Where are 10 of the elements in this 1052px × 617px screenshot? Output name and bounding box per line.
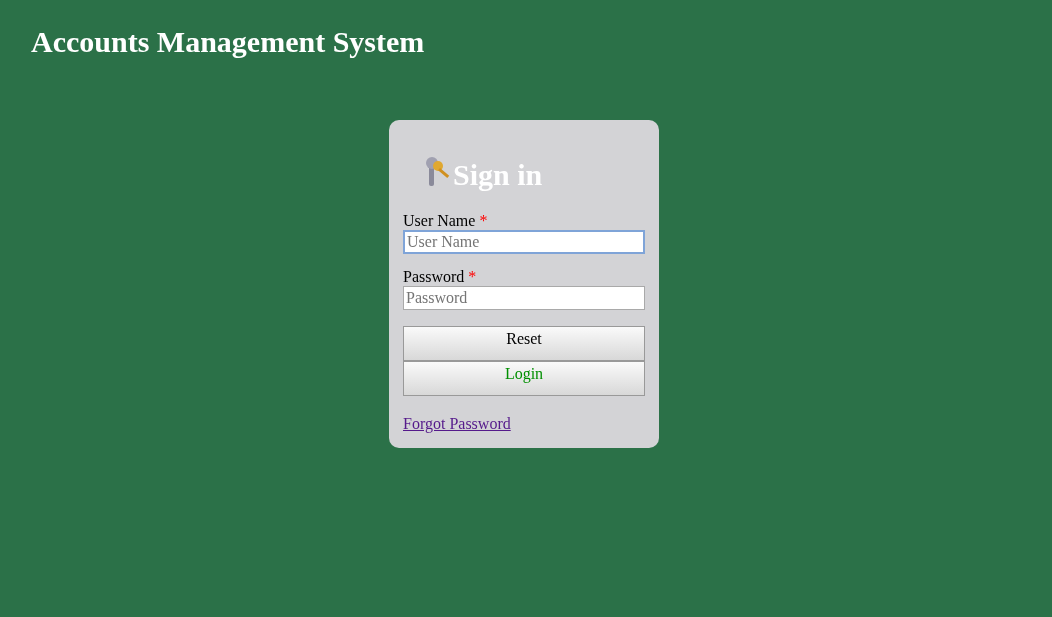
field-label: User Name [403,212,476,230]
page-title: Accounts Management System [31,24,425,60]
input-field[interactable]: Password [403,286,645,310]
reset-button[interactable]: Reset [403,326,645,361]
required-mark: * [479,212,488,230]
field-label: Password [403,268,465,286]
login-button[interactable]: Login [403,361,645,396]
input-field[interactable]: User Name [403,230,645,254]
required-mark: * [468,268,477,286]
forgot-password-link[interactable]: Forgot Password [403,412,511,436]
